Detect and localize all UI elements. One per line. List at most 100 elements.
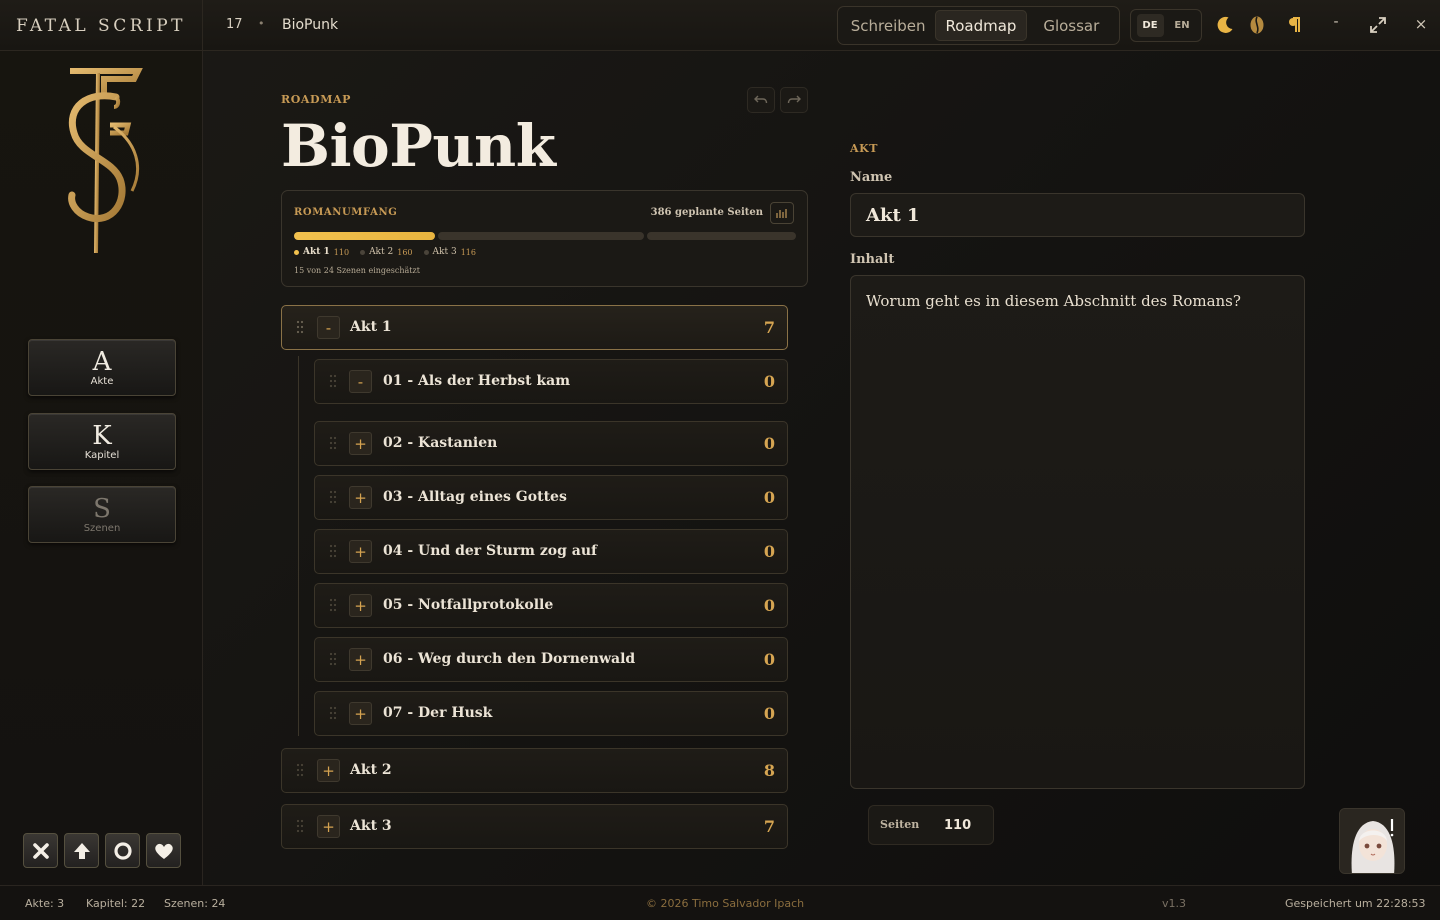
act-count: 8 [763,761,775,780]
drag-handle-icon[interactable] [329,436,337,450]
legend-dot [423,249,429,255]
expand-icon [1370,17,1386,33]
chapter-toggle[interactable]: + [349,540,372,563]
legend-item-akt1: Akt 1 110 [294,247,349,257]
content-label: Inhalt [850,252,895,267]
act-count: 7 [763,817,775,836]
moon-icon[interactable] [1213,13,1237,37]
tab-roadmap[interactable]: Roadmap [935,10,1027,41]
chapter-toggle[interactable]: + [349,594,372,617]
circle-button[interactable] [105,833,140,868]
expand-toggle[interactable]: + [317,759,340,782]
tab-schreiben[interactable]: Schreiben [841,10,935,41]
act-row-akt3[interactable]: + Akt 3 7 [281,804,788,849]
scope-legend: Akt 1 110 Akt 2 160 Akt 3 116 [294,247,476,257]
act-count: 7 [763,318,775,337]
content-textarea[interactable]: Worum geht es in diesem Abschnitt des Ro… [850,275,1305,789]
undo-button[interactable] [747,87,775,113]
nav-akte-button[interactable]: A Akte [28,339,176,396]
legend-item-akt3: Akt 3 116 [423,247,476,257]
chapter-row[interactable]: +06 - Weg durch den Dornenwald 0 [314,637,788,682]
details-kicker: AKT [850,142,879,155]
legend-dot [360,249,366,255]
legend-pages: 160 [397,247,413,257]
status-bar: Akte: 3 Kapitel: 22 Szenen: 24 © 2026 Ti… [0,885,1440,920]
redo-button[interactable] [780,87,808,113]
coffee-bean-icon[interactable] [1245,13,1269,37]
status-acts: Akte: 3 [25,897,65,910]
chapter-row[interactable]: +02 - Kastanien 0 [314,421,788,466]
maximize-button[interactable] [1368,15,1388,35]
app-window: FATAL SCRIPT 17 • BioPunk Schreiben Road… [0,0,1440,920]
name-label: Name [850,170,893,185]
chapter-toggle[interactable]: + [349,486,372,509]
chapter-row[interactable]: -01 - Als der Herbst kam 0 [314,359,788,404]
pages-value[interactable]: 110 [944,818,971,833]
drag-handle-icon[interactable] [329,544,337,558]
project-name: BioPunk [282,17,339,33]
chapter-row[interactable]: +03 - Alltag eines Gottes 0 [314,475,788,520]
chapter-label: 04 - Und der Sturm zog auf [383,543,598,559]
legend-pages: 116 [460,247,476,257]
drag-handle-icon[interactable] [296,320,304,334]
act-row-akt2[interactable]: + Akt 2 8 [281,748,788,793]
nav-szenen-label: Szenen [83,522,121,534]
version: v1.3 [1162,897,1187,910]
heart-button[interactable] [146,833,181,868]
act-row-akt1[interactable]: - Akt 1 7 [281,305,788,350]
scope-segment-akt2[interactable] [438,232,644,240]
chapter-toggle[interactable]: + [349,648,372,671]
drag-handle-icon[interactable] [329,490,337,504]
chart-toggle-button[interactable] [770,202,794,224]
chapter-label: 03 - Alltag eines Gottes [383,489,567,505]
tree-connector [298,356,299,736]
chapter-label: 05 - Notfallprotokolle [383,597,554,613]
language-switch: DE EN [1130,9,1202,42]
expand-toggle[interactable]: + [317,815,340,838]
lang-de-button[interactable]: DE [1136,14,1164,37]
act-label: Akt 3 [350,818,392,834]
act-label: Akt 1 [350,319,392,335]
bar-chart-icon [776,209,787,218]
nav-kapitel-button[interactable]: K Kapitel [28,413,176,470]
scope-segment-akt3[interactable] [646,232,796,240]
drag-handle-icon[interactable] [329,706,337,720]
chapter-row[interactable]: +05 - Notfallprotokolle 0 [314,583,788,628]
legend-dot [294,249,299,255]
scope-segment-akt1[interactable] [294,232,436,240]
drag-handle-icon[interactable] [329,598,337,612]
arrow-up-button[interactable] [64,833,99,868]
pilcrow-icon[interactable] [1283,13,1307,37]
scope-label: ROMANUMFANG [294,207,398,218]
chapter-row[interactable]: +04 - Und der Sturm zog auf 0 [314,529,788,574]
scope-progress-bar [294,232,796,240]
chapter-toggle[interactable]: + [349,702,372,725]
drag-handle-icon[interactable] [329,374,337,388]
chapter-toggle[interactable]: - [349,370,372,393]
minimize-button[interactable]: - [1326,14,1346,34]
assistant-avatar[interactable] [1339,808,1405,874]
nav-szenen-button[interactable]: S Szenen [28,486,176,543]
chapter-row[interactable]: +07 - Der Husk 0 [314,691,788,736]
tab-glossar[interactable]: Glossar [1027,10,1116,41]
chapter-count: 0 [763,596,775,615]
chapter-count: 0 [763,650,775,669]
anime-girl-avatar-icon [1340,809,1404,873]
legend-name: Akt 1 [303,247,330,257]
close-window-button[interactable]: × [1411,15,1431,35]
legend-name: Akt 2 [369,247,394,257]
collapse-toggle[interactable]: - [317,316,340,339]
name-input[interactable]: Akt 1 [850,193,1305,237]
chapter-label: 01 - Als der Herbst kam [383,373,571,389]
drag-handle-icon[interactable] [296,763,304,777]
close-icon-button[interactable] [23,833,58,868]
drag-handle-icon[interactable] [296,819,304,833]
close-icon [32,842,49,859]
pages-field[interactable]: Seiten 110 [868,805,994,845]
lang-en-button[interactable]: EN [1169,14,1196,37]
chapter-toggle[interactable]: + [349,432,372,455]
chapter-label: 02 - Kastanien [383,435,498,451]
chapter-count: 0 [763,704,775,723]
project-number: 17 [226,17,243,32]
drag-handle-icon[interactable] [329,652,337,666]
